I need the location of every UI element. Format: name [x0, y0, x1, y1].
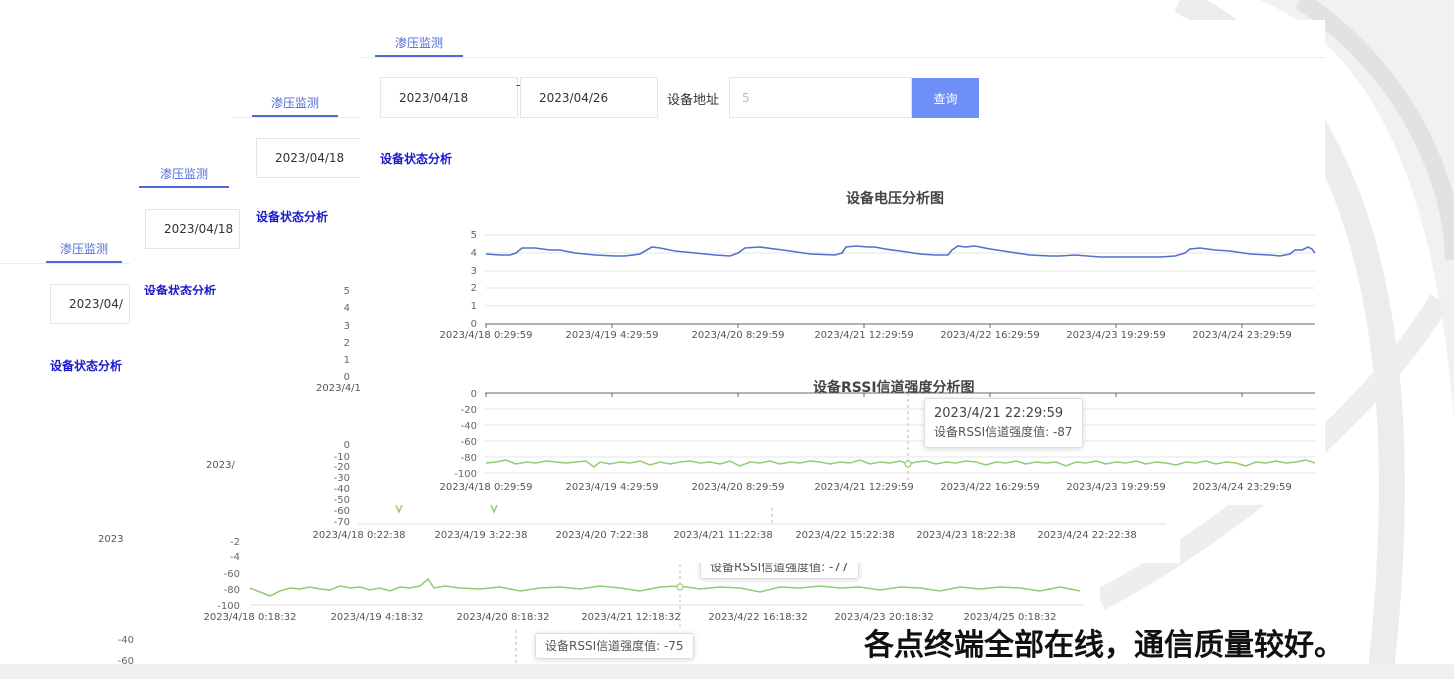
- voltage-series-line: [485, 245, 1316, 258]
- x-tick: 2023/4/24 23:29:59: [1192, 330, 1291, 341]
- y-tick: -60: [224, 569, 240, 580]
- rssi-tooltip-layer4: 设备RSSI信道强度值: -75: [535, 633, 694, 659]
- x-tick: 2023/4/21 12:29:59: [814, 482, 913, 493]
- y-tick: 5: [471, 230, 477, 241]
- y-tick: -50: [334, 495, 350, 506]
- tab-rule: [360, 57, 1325, 58]
- x-tick: 2023/4/18 0:22:38: [312, 530, 405, 541]
- x-tick: 2023/4/23 18:22:38: [916, 530, 1015, 541]
- x-tick: 2023/4/22 16:29:59: [940, 482, 1039, 493]
- x-tick: 2023/4/18 0:29:59: [439, 330, 532, 341]
- y-tick: 0: [344, 440, 350, 451]
- x-tick: 2023/4/19 4:29:59: [565, 482, 658, 493]
- y-tick: 3: [471, 266, 477, 277]
- rssi-series-line: [485, 459, 1316, 468]
- x-tick: 2023/4/23 19:29:59: [1066, 330, 1165, 341]
- y-tick: -70: [334, 517, 350, 528]
- y-tick: 1: [471, 301, 477, 312]
- y-tick: -2: [230, 537, 240, 548]
- y-tick: -40: [461, 421, 477, 432]
- y-tick: 5: [344, 286, 350, 297]
- rssi-series-line: [249, 577, 1081, 597]
- x-tick: 2023/4/22 16:29:59: [940, 330, 1039, 341]
- layer-2-panel: 渗压监测 2023/04/18 设备状态分析: [232, 82, 367, 230]
- end-date-input[interactable]: 2023/04/26: [520, 77, 658, 118]
- y-tick: -80: [224, 585, 240, 596]
- start-date-input[interactable]: 2023/04/18: [145, 209, 240, 249]
- summary-caption: 各点终端全部在线，通信质量较好。: [864, 628, 1344, 663]
- y-tick: -4: [230, 552, 240, 563]
- tooltip-time: 2023/4/21 22:29:59: [934, 406, 1064, 421]
- y-tick: 4: [471, 248, 477, 259]
- y-tick: 3: [344, 321, 350, 332]
- tab-shenya[interactable]: 渗压监测: [375, 34, 463, 51]
- x-tick: 2023/4/20 8:29:59: [691, 482, 784, 493]
- y-tick: -60: [461, 437, 477, 448]
- section-title: 设备状态分析: [380, 152, 453, 166]
- tab-shenya[interactable]: 渗压监测: [46, 240, 122, 257]
- start-date-input[interactable]: 2023/04/: [50, 284, 130, 324]
- tab-underline: [139, 186, 229, 188]
- x-tick: 2023/4/23 19:29:59: [1066, 482, 1165, 493]
- x-tick: 2023/4/24 22:22:38: [1037, 530, 1136, 541]
- y-tick: 1: [344, 355, 350, 366]
- y-tick: -20: [461, 405, 477, 416]
- x-tick: 2023/4/20 7:22:38: [555, 530, 648, 541]
- x-tick: 2023/4/22 15:22:38: [795, 530, 894, 541]
- section-title: 设备状态分析: [50, 359, 123, 373]
- x-tick: 2023/4/21 11:22:38: [673, 530, 772, 541]
- main-panel: 渗压监测 2023/04/18 - 2023/04/26 设备地址 5 查询 设…: [360, 20, 1325, 505]
- tooltip-value: 设备RSSI信道强度值: -87: [934, 425, 1073, 439]
- x-label-clipped: 2023: [98, 534, 124, 545]
- voltage-chart-title: 设备电压分析图: [846, 191, 944, 207]
- y-tick: -30: [334, 473, 350, 484]
- rssi-chart: 0 -20 -40 -60 -80 -100 2023/4/18 0:29:59…: [439, 389, 1316, 493]
- x-tick: 2023/4/20 8:29:59: [691, 330, 784, 341]
- voltage-chart: 5 4 3 2 1 0 2023/4/18 0:29:59 2023/4/19 …: [439, 230, 1316, 341]
- y-tick: 2: [471, 283, 477, 294]
- start-date-input[interactable]: 2023/04/18: [256, 138, 366, 178]
- tab-shenya[interactable]: 渗压监测: [139, 165, 229, 182]
- x-tick: 2023/4/22 16:18:32: [708, 612, 807, 623]
- address-input[interactable]: 5: [729, 77, 912, 118]
- x-tick: 2023/4/19 4:18:32: [330, 612, 423, 623]
- y-tick: -40: [118, 635, 134, 646]
- layer-4-panel: 渗压监测 2023/04/ 设备状态分析: [0, 230, 130, 380]
- y-tick: -20: [334, 462, 350, 473]
- x-tick: 2023/4/24 23:29:59: [1192, 482, 1291, 493]
- y-tick: -40: [334, 484, 350, 495]
- section-title: 设备状态分析: [144, 284, 217, 295]
- tooltip-value: 设备RSSI信道强度值: -75: [545, 639, 684, 653]
- start-date-input[interactable]: 2023/04/18: [380, 77, 518, 118]
- tab-rule: [232, 117, 367, 118]
- x-label-clipped: 2023/: [206, 460, 235, 471]
- x-label-clipped: 2023/4/1: [316, 383, 361, 394]
- x-tick: 2023/4/21 12:29:59: [814, 330, 913, 341]
- x-tick: 2023/4/18 0:29:59: [439, 482, 532, 493]
- y-tick: -80: [461, 453, 477, 464]
- x-tick: 2023/4/18 0:18:32: [203, 612, 296, 623]
- tab-rule: [0, 263, 130, 264]
- tab-shenya[interactable]: 渗压监测: [252, 94, 338, 111]
- y-tick: 0: [471, 389, 477, 400]
- x-tick: 2023/4/19 3:22:38: [434, 530, 527, 541]
- query-button[interactable]: 查询: [912, 78, 979, 118]
- rssi-tooltip: 2023/4/21 22:29:59 设备RSSI信道强度值: -87: [924, 398, 1083, 448]
- x-tick: 2023/4/21 12:18:32: [581, 612, 680, 623]
- x-tick: 2023/4/20 8:18:32: [456, 612, 549, 623]
- y-tick: 0: [344, 372, 350, 383]
- x-tick: 2023/4/19 4:29:59: [565, 330, 658, 341]
- y-tick: 2: [344, 338, 350, 349]
- y-tick: -60: [334, 506, 350, 517]
- y-tick: -100: [454, 469, 477, 480]
- address-label: 设备地址: [667, 93, 720, 108]
- y-tick: 4: [344, 303, 350, 314]
- section-title: 设备状态分析: [256, 210, 329, 224]
- footer-bar: [0, 664, 1454, 679]
- y-tick: 0: [471, 319, 477, 330]
